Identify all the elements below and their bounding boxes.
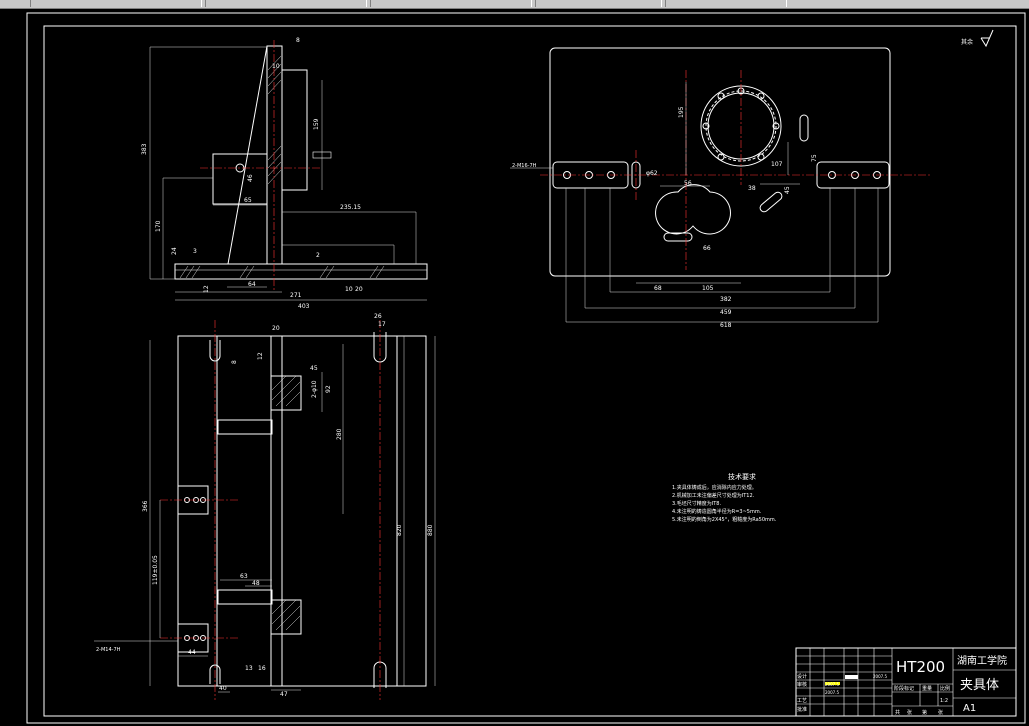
tech-req-title: 技术要求 [728, 472, 756, 481]
dim-2-M14: 2-M14-7H [96, 647, 121, 653]
svg-text:批准: 批准 [797, 706, 807, 713]
dim-12: 12 [203, 285, 210, 293]
school-text: 湖南工学院 [957, 654, 1007, 667]
tech-req-item: 5.未注明的倒角为2X45°，粗糙度为Ra50mm. [672, 516, 777, 523]
dim-105: 105 [702, 285, 714, 292]
dim-3: 3 [193, 248, 197, 255]
svg-text:共: 共 [895, 709, 900, 716]
scale-text: 1:2 [940, 698, 948, 704]
dim-383: 383 [141, 143, 148, 155]
dim-46: 46 [247, 174, 254, 182]
top-view: 26 17 20 8 12 45 92 2-φ10 280 366 820 88… [94, 313, 436, 700]
dim-17: 17 [378, 321, 386, 328]
dim-45-side: 45 [784, 186, 791, 194]
dim-40: 40 [219, 685, 227, 692]
dim-107: 107 [771, 161, 783, 168]
side-view: 2-M16-7H 195 φ62 56 107 75 38 45 66 68 1… [510, 47, 930, 329]
dim-618: 618 [720, 322, 732, 329]
dim-44: 44 [188, 649, 196, 656]
dim-47: 47 [280, 691, 288, 698]
dim-2: 2 [316, 252, 320, 259]
toolbar-tab[interactable] [535, 0, 662, 7]
dim-63: 63 [240, 573, 248, 580]
dim-75: 75 [811, 154, 818, 162]
svg-text:张: 张 [907, 709, 912, 716]
dim-159: 159 [313, 118, 320, 130]
svg-text:其余: 其余 [961, 38, 973, 46]
dim-65: 65 [244, 197, 252, 204]
svg-text:张: 张 [938, 709, 943, 716]
outer-border [26, 12, 1026, 724]
dim-235-15: 235.15 [340, 204, 361, 211]
dim-20: 20 [355, 286, 363, 293]
svg-text:设计: 设计 [797, 673, 807, 680]
toolbar-tab[interactable] [370, 0, 532, 7]
svg-text:2007.5: 2007.5 [873, 674, 887, 679]
dim-phi62: φ62 [646, 170, 658, 177]
dim-56: 56 [684, 180, 692, 187]
toolbar-tab[interactable] [205, 0, 367, 7]
front-view: 8 10 383 159 65 46 170 235.15 24 3 64 27… [141, 37, 428, 310]
cad-drawing-canvas[interactable]: 8 10 383 159 65 46 170 235.15 24 3 64 27… [0, 8, 1029, 726]
dim-38: 38 [748, 185, 756, 192]
sheet-size-text: A1 [963, 703, 976, 714]
tech-req-item: 3.毛坯尺寸精度为IT8. [672, 500, 721, 507]
dim-64: 64 [248, 281, 256, 288]
dim-16: 16 [258, 665, 266, 672]
dim-195: 195 [678, 106, 685, 118]
dim-24: 24 [171, 247, 178, 255]
dim-13: 13 [245, 665, 253, 672]
dim-45: 45 [310, 365, 318, 372]
dim-820: 820 [396, 524, 403, 536]
dim-48: 48 [252, 580, 260, 587]
toolbar-tab[interactable] [665, 0, 787, 7]
dim-880: 880 [427, 524, 434, 536]
svg-text:工艺: 工艺 [797, 698, 807, 704]
material-text: HT200 [896, 658, 945, 676]
surface-finish-mark: 其余 [961, 29, 994, 48]
dim-280: 280 [336, 428, 343, 440]
svg-text:第: 第 [922, 709, 927, 716]
dim-20-top: 20 [272, 325, 280, 332]
dim-403: 403 [298, 303, 310, 310]
dim-10b: 10 [345, 286, 353, 293]
tech-req-item: 4.未注明的铸造圆角半径为R=3~5mm. [672, 508, 762, 515]
toolbar-tab[interactable] [30, 0, 202, 7]
svg-text:比例: 比例 [940, 685, 950, 692]
dim-8-top: 8 [231, 360, 238, 364]
svg-text:2007.5: 2007.5 [825, 682, 839, 687]
svg-text:阶段标记: 阶段标记 [894, 685, 914, 692]
tech-req-item: 2.机械加工未注偏差尺寸处理为IT12. [672, 492, 755, 499]
dim-92: 92 [325, 385, 332, 393]
dim-2-phi10: 2-φ10 [311, 380, 318, 398]
dim-119: 119±0.05 [152, 555, 159, 585]
dim-382: 382 [720, 296, 732, 303]
dim-12-top: 12 [257, 352, 264, 360]
dim-8: 8 [296, 37, 300, 44]
dim-459: 459 [720, 309, 732, 316]
dim-366: 366 [142, 500, 149, 512]
dim-170: 170 [155, 220, 162, 232]
svg-text:重量: 重量 [922, 685, 932, 692]
dim-2-M16: 2-M16-7H [512, 163, 537, 169]
dim-271: 271 [290, 292, 302, 299]
svg-text:审核: 审核 [797, 681, 807, 688]
dim-R6: 66 [703, 245, 711, 252]
inner-border [43, 25, 1017, 717]
technical-requirements: 技术要求 1.夹具体铸成后，应消除内应力处理。 2.机械加工未注偏差尺寸处理为I… [672, 472, 777, 523]
dim-26: 26 [374, 313, 382, 320]
tech-req-item: 1.夹具体铸成后，应消除内应力处理。 [672, 484, 757, 491]
part-name-text: 夹具体 [960, 678, 999, 693]
title-block: 设计 审核 工艺 批准 2007.5 2007.5 2007.5 HT200 湖… [795, 647, 1017, 717]
dim-10: 10 [272, 63, 280, 70]
svg-text:2007.5: 2007.5 [825, 690, 839, 695]
dim-68: 68 [654, 285, 662, 292]
